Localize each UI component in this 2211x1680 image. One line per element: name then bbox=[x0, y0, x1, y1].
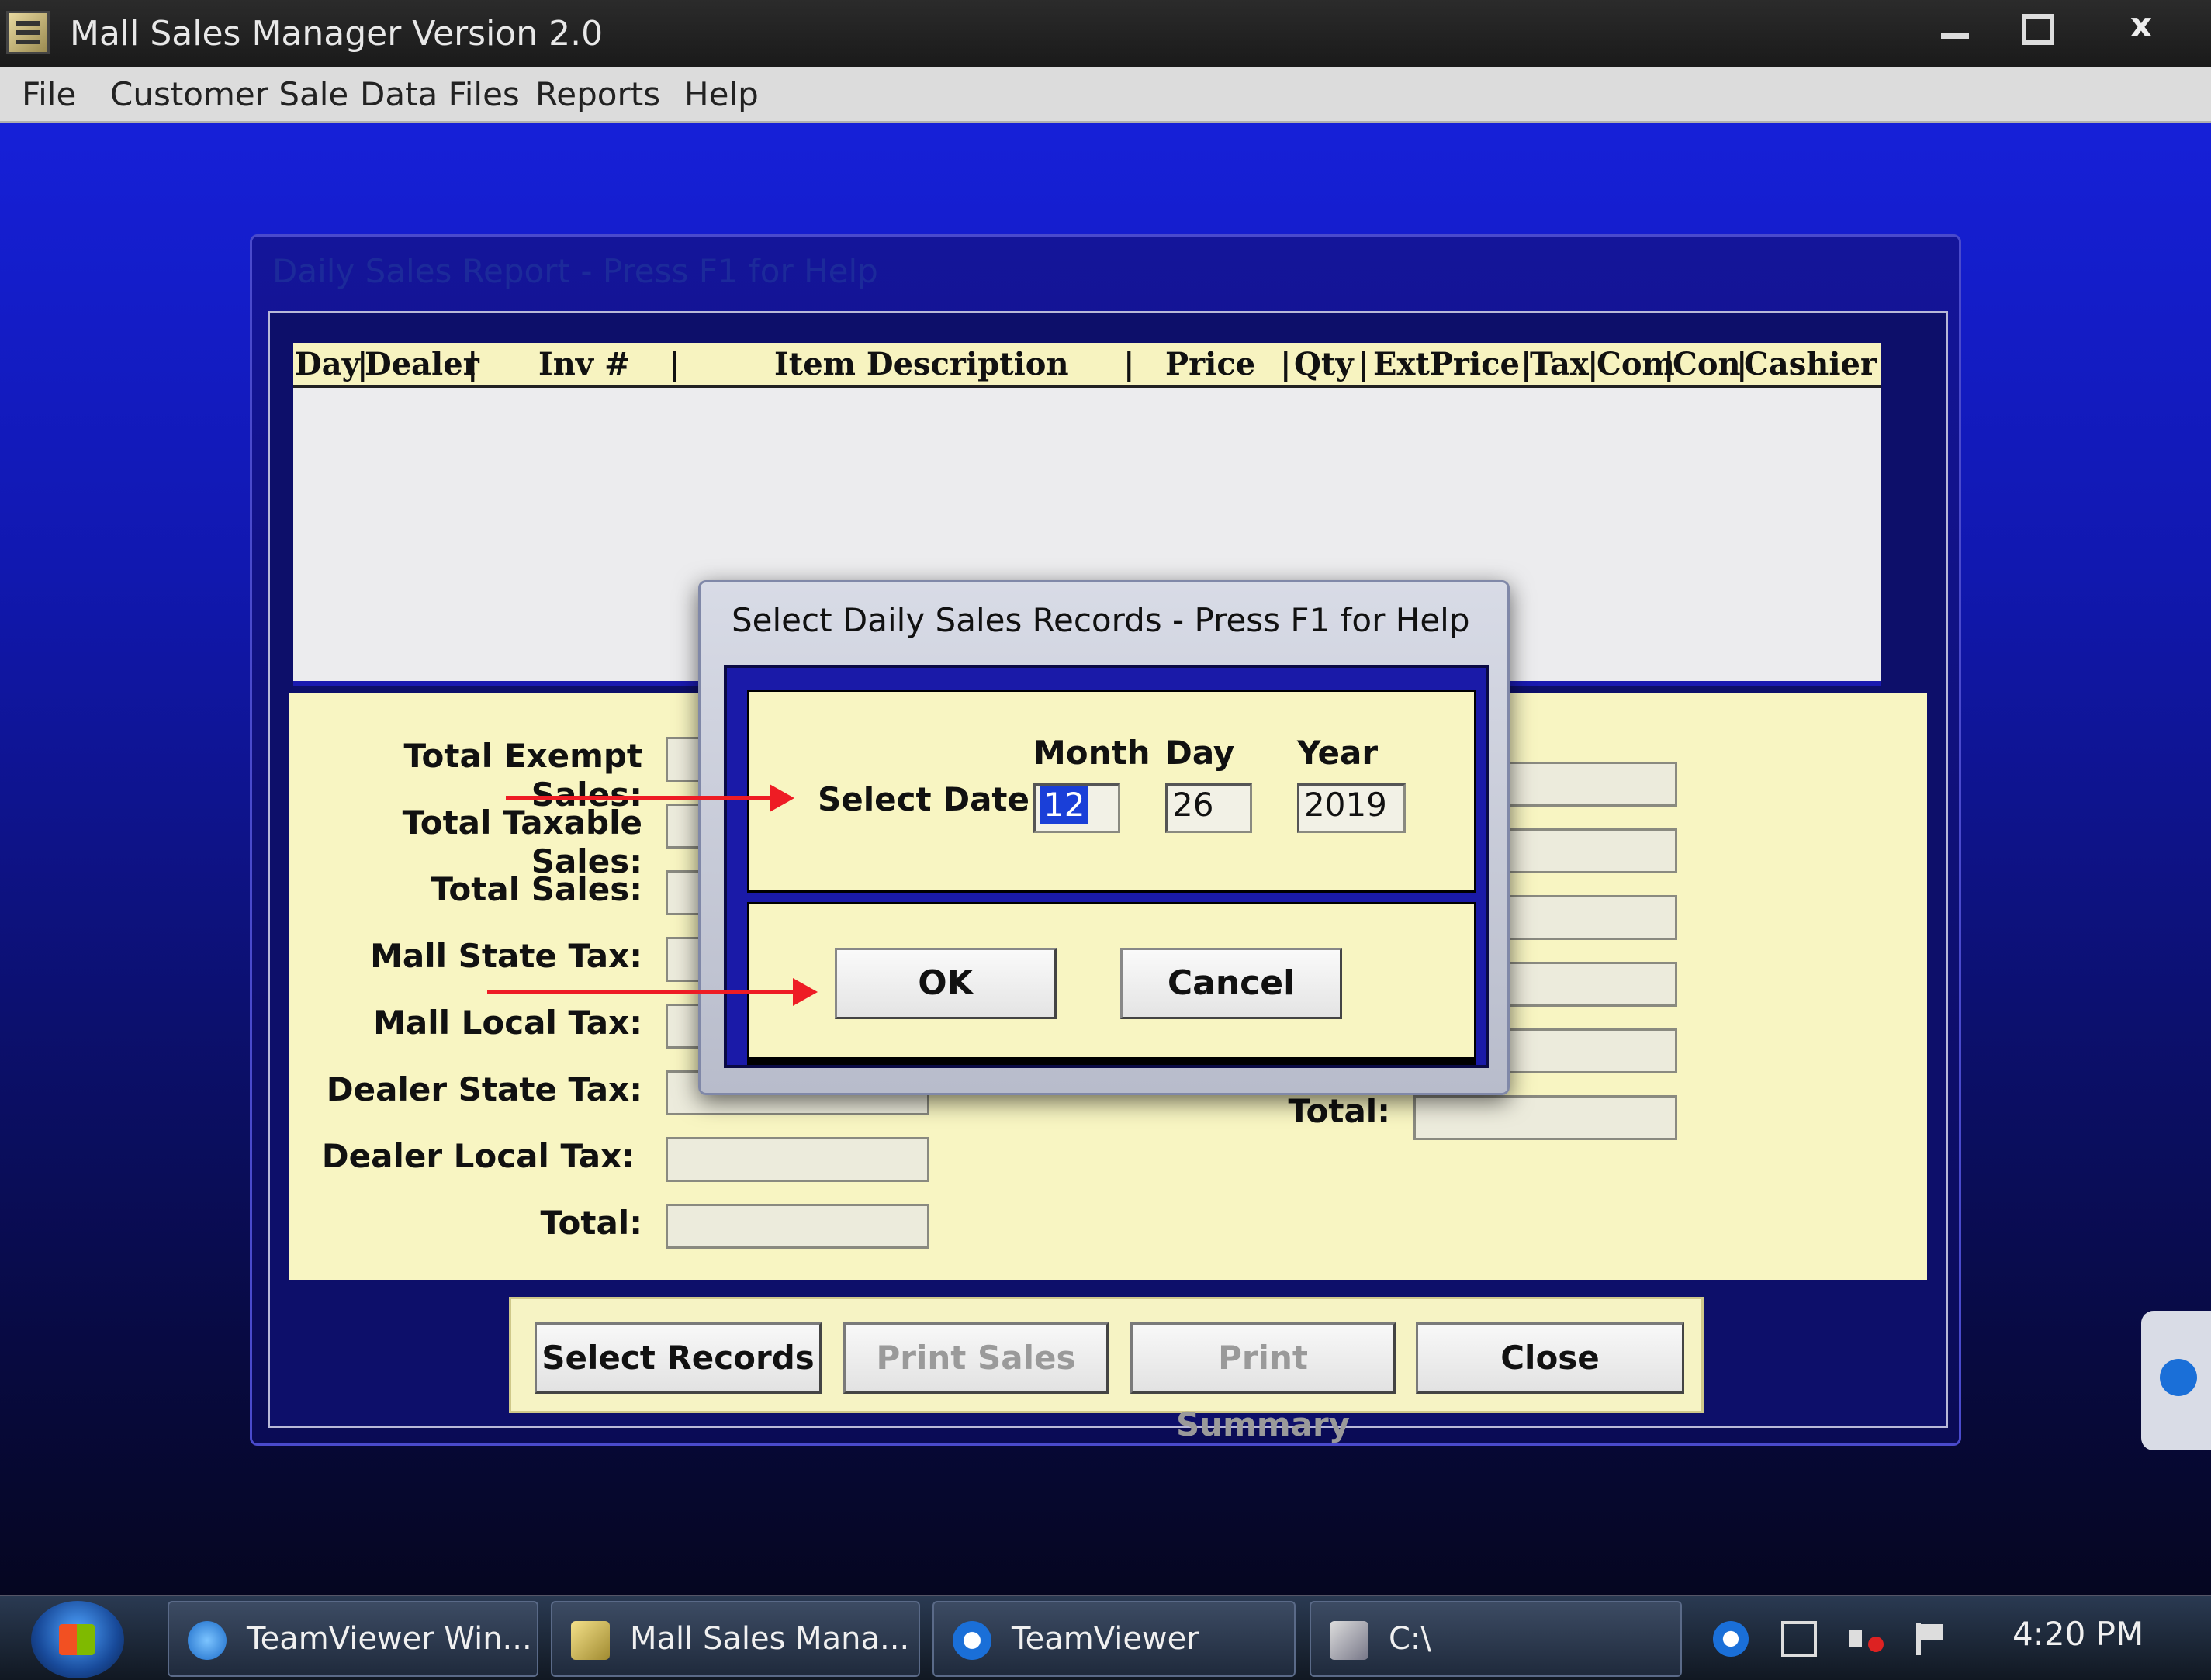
close-report-button[interactable]: Close bbox=[1416, 1322, 1684, 1394]
day-input[interactable]: 26 bbox=[1165, 783, 1252, 833]
label-total-taxable-sales: Total Taxable Sales: bbox=[402, 804, 642, 880]
menu-data-files[interactable]: Data Files bbox=[360, 74, 520, 115]
app-icon bbox=[6, 11, 50, 54]
col-sep: | bbox=[1358, 346, 1369, 382]
taskbar-item-teamviewer-window[interactable]: TeamViewer Win... bbox=[168, 1601, 538, 1677]
ok-button[interactable]: OK bbox=[835, 948, 1057, 1019]
close-window-button[interactable]: x bbox=[2095, 0, 2188, 54]
label-total: Total: bbox=[540, 1204, 642, 1242]
teamviewer-icon bbox=[953, 1621, 991, 1660]
col-extprice: ExtPrice bbox=[1373, 346, 1520, 382]
total-field[interactable] bbox=[666, 1204, 929, 1249]
col-sep: | bbox=[1280, 346, 1292, 382]
internet-explorer-icon bbox=[188, 1621, 227, 1660]
label-total-sales: Total Sales: bbox=[431, 870, 642, 908]
window-title: Mall Sales Manager Version 2.0 bbox=[70, 14, 604, 54]
col-sep: | bbox=[1123, 346, 1135, 382]
right-total-field[interactable] bbox=[1413, 1095, 1677, 1140]
col-cashier: Cashier bbox=[1744, 346, 1877, 382]
maximize-button[interactable] bbox=[1994, 0, 2071, 54]
taskbar: TeamViewer Win... Mall Sales Mana... Tea… bbox=[0, 1595, 2211, 1680]
print-sales-button[interactable]: Print Sales bbox=[843, 1322, 1109, 1394]
year-input[interactable]: 2019 bbox=[1297, 783, 1406, 833]
menu-customer-sale[interactable]: Customer Sale bbox=[110, 74, 348, 115]
menu-help[interactable]: Help bbox=[684, 74, 759, 115]
label-dealer-state-tax: Dealer State Tax: bbox=[326, 1070, 642, 1108]
col-con: Con bbox=[1673, 346, 1741, 382]
select-records-button[interactable]: Select Records bbox=[535, 1322, 822, 1394]
taskbar-item-label: C:\ bbox=[1389, 1621, 1431, 1657]
report-window-title: Daily Sales Report - Press F1 for Help bbox=[272, 252, 878, 290]
annotation-arrow-ok bbox=[487, 978, 818, 1006]
taskbar-item-command-prompt[interactable]: C:\ bbox=[1310, 1601, 1682, 1677]
label-right-total: Total: bbox=[1288, 1092, 1390, 1130]
annotation-arrow-select-date bbox=[506, 784, 794, 812]
col-tax: Tax bbox=[1530, 346, 1589, 382]
month-value: 12 bbox=[1040, 786, 1088, 824]
col-qty: Qty bbox=[1294, 346, 1354, 382]
start-button[interactable] bbox=[31, 1601, 124, 1678]
col-sep: | bbox=[669, 346, 680, 382]
col-dealer: Dealer bbox=[365, 346, 479, 382]
month-label: Month bbox=[1033, 734, 1150, 772]
col-day: Day bbox=[295, 346, 360, 382]
taskbar-item-teamviewer[interactable]: TeamViewer bbox=[932, 1601, 1296, 1677]
select-date-label: Select Date bbox=[818, 780, 1029, 818]
menu-reports[interactable]: Reports bbox=[535, 74, 660, 115]
select-records-dialog: Select Daily Sales Records - Press F1 fo… bbox=[698, 580, 1510, 1095]
title-bar: Mall Sales Manager Version 2.0 x bbox=[0, 0, 2211, 67]
menu-bar: File Customer Sale Data Files Reports He… bbox=[0, 67, 2211, 123]
minimize-button[interactable] bbox=[1916, 0, 1994, 54]
day-label: Day bbox=[1165, 734, 1235, 772]
dialog-title: Select Daily Sales Records - Press F1 fo… bbox=[732, 601, 1470, 639]
cancel-button[interactable]: Cancel bbox=[1120, 948, 1342, 1019]
network-icon[interactable] bbox=[1781, 1621, 1817, 1657]
menu-file[interactable]: File bbox=[22, 74, 76, 115]
label-mall-state-tax: Mall State Tax: bbox=[370, 937, 642, 975]
volume-muted-icon[interactable] bbox=[1849, 1621, 1885, 1657]
dialog-button-panel: OK Cancel bbox=[747, 902, 1476, 1065]
teamviewer-side-tab[interactable] bbox=[2141, 1311, 2211, 1450]
command-prompt-icon bbox=[1330, 1621, 1368, 1660]
label-total-exempt-sales: Total Exempt Sales: bbox=[403, 737, 642, 814]
taskbar-item-mall-sales-manager[interactable]: Mall Sales Mana... bbox=[551, 1601, 920, 1677]
date-panel: Month Day Year Select Date 12 26 2019 bbox=[747, 690, 1476, 893]
taskbar-item-label: TeamViewer bbox=[1012, 1621, 1199, 1657]
action-center-flag-icon[interactable] bbox=[1913, 1621, 1949, 1657]
col-sep: | bbox=[467, 346, 479, 382]
year-label: Year bbox=[1297, 734, 1379, 772]
label-mall-local-tax: Mall Local Tax: bbox=[373, 1004, 642, 1042]
taskbar-clock[interactable]: 4:20 PM bbox=[2012, 1615, 2144, 1653]
col-price: Price bbox=[1165, 346, 1256, 382]
label-dealer-local-tax: Dealer Local Tax: bbox=[321, 1137, 635, 1175]
dialog-body: Month Day Year Select Date 12 26 2019 OK… bbox=[724, 665, 1489, 1068]
month-input[interactable]: 12 bbox=[1033, 783, 1120, 833]
report-button-bar: Select Records Print Sales Print Summary… bbox=[509, 1297, 1704, 1443]
tray-teamviewer-icon[interactable] bbox=[1713, 1621, 1749, 1657]
sales-table-header: Day | Dealer | Inv # | Item Description … bbox=[293, 343, 1881, 388]
col-item-description: Item Description bbox=[774, 346, 1069, 382]
mall-sales-app-icon bbox=[571, 1621, 610, 1660]
dealer-local-tax-field[interactable] bbox=[666, 1137, 929, 1182]
taskbar-item-label: TeamViewer Win... bbox=[247, 1621, 532, 1657]
print-summary-button[interactable]: Print Summary bbox=[1130, 1322, 1396, 1443]
col-inv: Inv # bbox=[538, 346, 631, 382]
taskbar-item-label: Mall Sales Mana... bbox=[630, 1621, 910, 1657]
